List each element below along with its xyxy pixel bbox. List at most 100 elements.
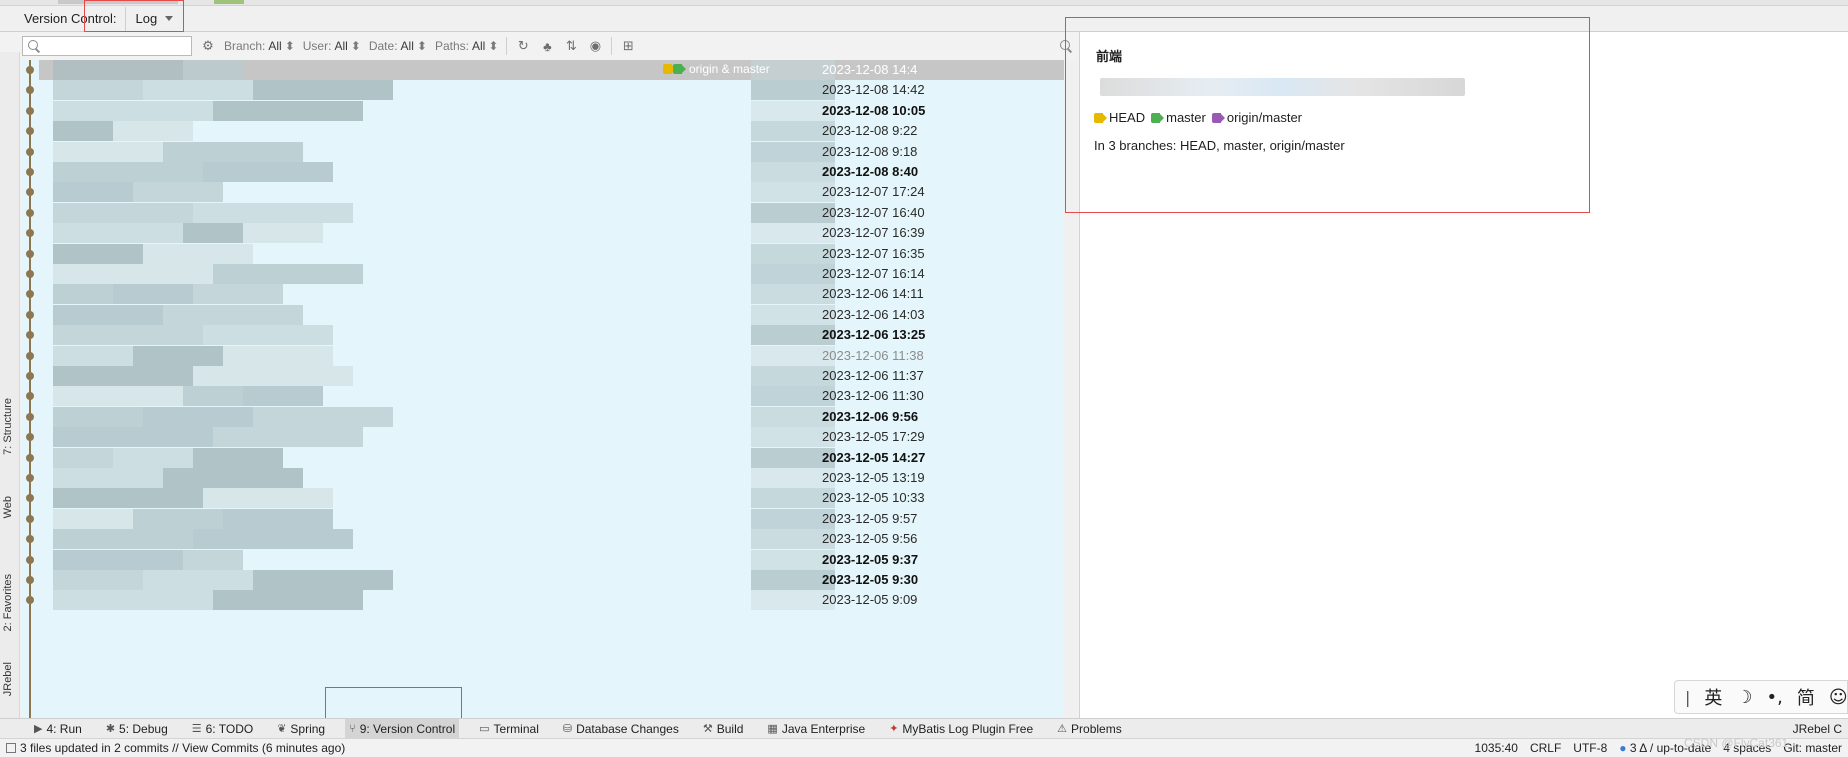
status-message[interactable]: 3 files updated in 2 commits // View Com… <box>6 741 345 755</box>
commit-row[interactable]: 2023-12-06 13:25 <box>39 325 1078 346</box>
commit-message-blurred <box>53 366 193 386</box>
commit-message-blurred <box>113 121 193 142</box>
commit-message-blurred <box>253 570 393 590</box>
web-tool-button[interactable]: Web <box>2 496 14 518</box>
commit-date: 2023-12-06 11:37 <box>822 368 924 383</box>
java-enterprise-tab[interactable]: ▦ Java Enterprise <box>763 719 869 739</box>
commit-row[interactable]: 2023-12-08 9:22 <box>39 121 1078 142</box>
user-filter[interactable]: User: All ⬍ <box>303 39 361 53</box>
commit-date: 2023-12-08 9:22 <box>822 123 918 139</box>
version-control-tab[interactable]: ⑂ 9: Version Control <box>345 718 460 739</box>
commit-row[interactable]: 2023-12-05 9:09 <box>39 590 1078 611</box>
terminal-icon: ▭ <box>479 723 490 735</box>
mybatis-log-tab[interactable]: ✦ MyBatis Log Plugin Free <box>885 719 1037 739</box>
run-tab[interactable]: ▶ 4: Run <box>30 719 86 739</box>
jrebel-console-tab[interactable]: JRebel C <box>1787 719 1848 739</box>
commit-date: 2023-12-07 16:35 <box>822 245 925 261</box>
refresh-icon[interactable]: ↻ <box>515 38 531 54</box>
commit-row[interactable]: 2023-12-08 8:40 <box>39 162 1078 182</box>
build-tab[interactable]: ⚒ Build <box>699 719 748 739</box>
commit-message-blurred <box>53 488 203 509</box>
commit-row[interactable]: 2023-12-07 17:24 <box>39 182 1078 203</box>
punctuation-icon[interactable]: •, <box>1767 687 1783 708</box>
commit-date: 2023-12-05 10:33 <box>822 490 925 506</box>
commit-row[interactable]: 2023-12-06 11:30 <box>39 386 1078 407</box>
commit-message-blurred <box>183 549 243 570</box>
commit-row[interactable]: 2023-12-06 11:38 <box>39 345 1078 366</box>
commit-message-blurred <box>53 427 213 448</box>
structure-tool-button[interactable]: 7: Structure <box>2 398 14 455</box>
eye-icon[interactable]: ◉ <box>587 38 603 54</box>
commit-row[interactable]: 2023-12-07 16:35 <box>39 243 1078 264</box>
commit-message-blurred <box>53 447 113 468</box>
branch-filter[interactable]: Branch: All ⬍ <box>224 39 295 53</box>
favorites-tool-button[interactable]: 2: Favorites <box>2 574 14 631</box>
run-tab-label: 4: Run <box>46 721 82 736</box>
commit-date: 2023-12-05 14:27 <box>822 449 926 465</box>
commit-message-blurred <box>193 202 353 223</box>
commit-row[interactable]: 2023-12-06 14:03 <box>39 304 1078 325</box>
ime-lang-toggle[interactable]: 英 <box>1704 684 1722 710</box>
commit-row[interactable]: 2023-12-05 10:33 <box>39 488 1078 509</box>
gear-icon[interactable]: ⚙ <box>200 38 216 54</box>
commit-row[interactable]: 2023-12-06 14:11 <box>39 284 1078 305</box>
debug-tab-label: 5: Debug <box>119 721 168 736</box>
terminal-tab[interactable]: ▭ Terminal <box>475 719 543 739</box>
sort-icon[interactable]: ⇅ <box>563 38 579 54</box>
problems-tab[interactable]: ⚠ Problems <box>1053 719 1126 739</box>
commit-row[interactable]: 2023-12-07 16:39 <box>39 223 1078 244</box>
user-filter-name: User: <box>302 39 332 53</box>
commit-message-blurred <box>143 406 253 427</box>
file-encoding[interactable]: UTF-8 <box>1573 741 1607 755</box>
ime-simplified-toggle[interactable]: 简 <box>1797 684 1815 710</box>
ime-toolbar[interactable]: | 英 ☽ •, 简 ☺ <box>1674 680 1848 714</box>
commit-message-blurred <box>113 284 193 305</box>
log-search-field[interactable] <box>22 36 192 56</box>
commit-row[interactable]: 2023-12-07 16:14 <box>39 264 1078 284</box>
paths-filter-name: Paths: <box>434 39 469 53</box>
commit-message-blurred <box>203 162 333 182</box>
java-enterprise-tab-label: Java Enterprise <box>781 721 866 736</box>
status-toggle-icon[interactable] <box>6 743 16 753</box>
caret-position[interactable]: 1035:40 <box>1475 741 1518 755</box>
commit-message-blurred <box>253 406 393 427</box>
commit-row[interactable]: 2023-12-05 9:30 <box>39 570 1078 590</box>
todo-tab[interactable]: ☰ 6: TODO <box>188 719 257 739</box>
database-changes-tab[interactable]: ⛁ Database Changes <box>559 719 683 739</box>
smiley-icon[interactable]: ☺ <box>1829 687 1848 708</box>
commit-row[interactable]: 2023-12-06 9:56 <box>39 406 1078 427</box>
todo-tab-label: 6: TODO <box>205 721 254 736</box>
commit-row[interactable]: 2023-12-08 10:05 <box>39 100 1078 121</box>
commit-row[interactable]: 2023-12-06 11:37 <box>39 366 1078 386</box>
version-control-tab-label: 9: Version Control <box>359 721 456 736</box>
toolbar-separator <box>611 37 613 55</box>
commit-row[interactable]: 2023-12-08 9:18 <box>39 141 1078 162</box>
commit-message-blurred <box>53 60 183 80</box>
commit-date: 2023-12-08 8:40 <box>822 164 919 179</box>
commit-message-blurred <box>113 447 193 468</box>
spring-tab[interactable]: ❦ Spring <box>273 719 329 739</box>
commit-row[interactable]: 2023-12-05 9:57 <box>39 508 1078 529</box>
paths-filter[interactable]: Paths: All ⬍ <box>435 39 498 53</box>
commit-row[interactable]: 2023-12-05 9:37 <box>39 549 1078 570</box>
tag-icon <box>673 64 686 74</box>
commit-row[interactable]: 2023-12-05 13:19 <box>39 468 1078 488</box>
build-tab-label: Build <box>716 721 744 736</box>
commit-row[interactable]: 2023-12-05 17:29 <box>39 427 1078 448</box>
date-filter[interactable]: Date: All ⬍ <box>369 39 427 53</box>
commit-row[interactable]: 2023-12-07 16:40 <box>39 202 1078 223</box>
cherry-pick-icon[interactable]: ♣ <box>539 38 555 54</box>
moon-icon[interactable]: ☽ <box>1736 687 1752 708</box>
debug-tab[interactable]: ✱ 5: Debug <box>102 719 172 739</box>
commit-date: 2023-12-06 9:56 <box>822 408 919 424</box>
commit-row[interactable]: 2023-12-05 9:56 <box>39 529 1078 550</box>
line-separator[interactable]: CRLF <box>1530 741 1561 755</box>
expand-icon[interactable]: ⊞ <box>620 38 636 54</box>
toolbar-separator <box>506 37 508 55</box>
git-branch[interactable]: Git: master <box>1783 741 1842 755</box>
spring-tab-label: Spring <box>290 721 326 736</box>
commit-row[interactable]: 2023-12-05 14:27 <box>39 447 1078 468</box>
commit-row[interactable]: origin & master 2023-12-08 14:4 <box>39 60 1078 80</box>
jrebel-tool-button[interactable]: JRebel <box>2 662 14 696</box>
commit-row[interactable]: 2023-12-08 14:42 <box>39 80 1078 101</box>
